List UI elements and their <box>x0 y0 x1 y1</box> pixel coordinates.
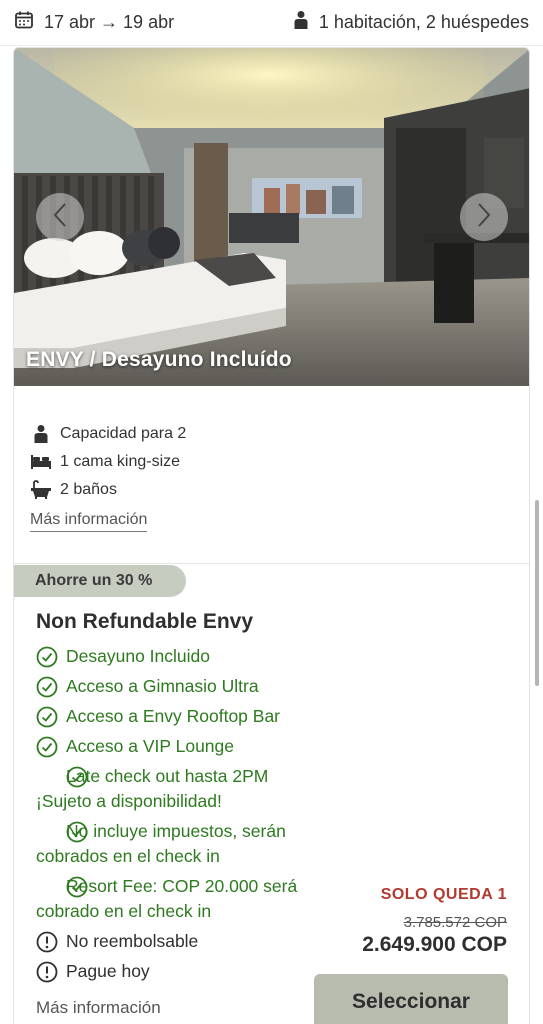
feature-capacity: Capacidad para 2 <box>30 420 186 448</box>
feature-bed: 1 cama king-size <box>30 448 186 476</box>
check-circle-icon <box>36 821 88 843</box>
scrollbar[interactable] <box>535 500 539 686</box>
chevron-right-icon <box>476 202 492 233</box>
benefit-item: Desayuno Incluido <box>36 644 326 669</box>
feature-label: 2 baños <box>60 481 117 498</box>
person-icon <box>30 423 52 445</box>
savings-badge: Ahorre un 30 % <box>14 565 186 597</box>
rate-title: Non Refundable Envy <box>36 610 254 633</box>
availability-label: SOLO QUEDA 1 <box>380 886 507 903</box>
feature-label: Capacidad para 2 <box>60 425 187 442</box>
carousel-next-button[interactable] <box>460 193 508 241</box>
room-name: ENVY / Desayuno Incluído <box>26 348 292 371</box>
dates-text: 17 abr → 19 abr <box>44 12 175 32</box>
check-circle-icon <box>36 676 58 698</box>
info-circle-icon <box>36 961 58 983</box>
original-price: 3.785.572 COP <box>403 914 507 931</box>
guests-text: 1 habitación, 2 huéspedes <box>318 12 529 32</box>
benefit-item: Late check out hasta 2PM ¡Sujeto a dispo… <box>36 766 269 811</box>
room-card: ENVY / Desayuno Incluído Capacidad para … <box>13 47 530 1024</box>
benefit-item: No incluye impuestos, serán cobrados en … <box>36 821 286 866</box>
bathtub-icon <box>30 479 52 501</box>
bed-icon <box>30 451 52 473</box>
room-features: Capacidad para 2 1 cama king-size 2 baño… <box>30 420 186 504</box>
condition-item: No reembolsable <box>36 929 326 954</box>
check-circle-icon <box>36 876 88 898</box>
condition-item: Pague hoy <box>36 959 326 984</box>
section-divider <box>14 563 529 564</box>
feature-bathrooms: 2 baños <box>30 476 186 504</box>
feature-label: 1 cama king-size <box>60 453 181 470</box>
info-circle-icon <box>36 931 58 953</box>
person-icon <box>293 10 309 35</box>
check-circle-icon <box>36 736 58 758</box>
rate-more-info-link[interactable]: Más información <box>36 998 161 1018</box>
select-rate-button[interactable]: Seleccionar <box>314 974 508 1024</box>
benefit-item: Acceso a Envy Rooftop Bar <box>36 704 326 729</box>
check-circle-icon <box>36 706 58 728</box>
benefit-item: Resort Fee: COP 20.000 será cobrado en e… <box>36 876 298 921</box>
chevron-left-icon <box>52 202 68 233</box>
check-circle-icon <box>36 766 88 788</box>
rate-benefits-list: Desayuno Incluido Acceso a Gimnasio Ultr… <box>36 644 326 989</box>
room-photo-carousel[interactable]: ENVY / Desayuno Incluído <box>14 48 529 386</box>
carousel-prev-button[interactable] <box>36 193 84 241</box>
price-block: SOLO QUEDA 1 3.785.572 COP 2.649.900 COP <box>362 886 507 957</box>
benefit-item: Acceso a VIP Lounge <box>36 734 326 759</box>
check-circle-icon <box>36 646 58 668</box>
guests-summary[interactable]: 1 habitación, 2 huéspedes <box>293 10 529 35</box>
room-photo <box>14 48 529 386</box>
room-more-info-link[interactable]: Más información <box>30 511 148 532</box>
dates-summary[interactable]: 17 abr → 19 abr <box>14 10 174 35</box>
booking-summary-bar: 17 abr → 19 abr 1 habitación, 2 huéspede… <box>0 0 543 46</box>
current-price: 2.649.900 COP <box>362 933 507 956</box>
benefit-item: Acceso a Gimnasio Ultra <box>36 674 326 699</box>
calendar-icon <box>14 10 34 35</box>
